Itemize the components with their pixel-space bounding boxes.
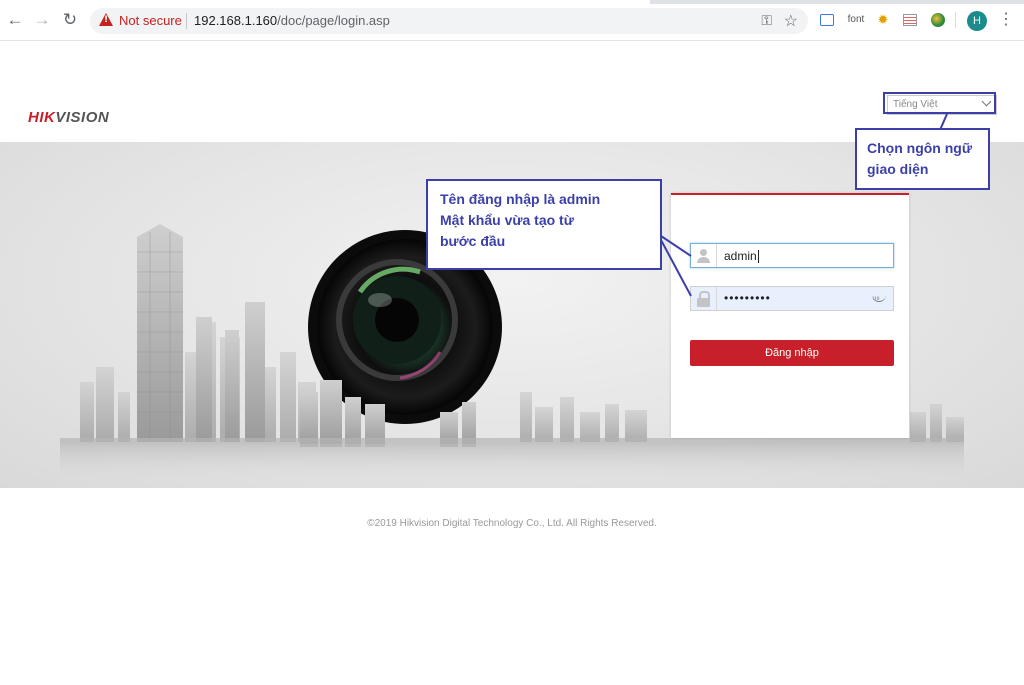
- omnibox-divider: [186, 13, 187, 29]
- translate-extension-icon[interactable]: [820, 14, 834, 26]
- gear-extension-icon[interactable]: ✹: [876, 12, 890, 28]
- tab-strip: [0, 0, 1024, 4]
- username-field[interactable]: admin: [690, 243, 894, 268]
- password-field[interactable]: •••••••••: [690, 286, 894, 311]
- globe-extension-icon[interactable]: [931, 13, 945, 27]
- font-extension-label: font: [847, 14, 865, 25]
- browser-toolbar: ← → ↻ Not secure 192.168.1.160/doc/page/…: [0, 0, 1024, 41]
- more-menu-icon[interactable]: ⋮: [998, 10, 1014, 30]
- language-hint-annotation: Chọn ngôn ngữ giao diện: [855, 128, 990, 190]
- address-bar[interactable]: Not secure 192.168.1.160/doc/page/login.…: [90, 8, 808, 34]
- show-password-icon[interactable]: [872, 295, 886, 302]
- toolbar-divider: [955, 12, 956, 28]
- login-hint-line: Tên đăng nhập là admin: [440, 191, 601, 207]
- forward-arrow-icon[interactable]: →: [32, 10, 52, 30]
- hikvision-logo: HIKVISION: [28, 109, 109, 126]
- active-tab[interactable]: [0, 0, 650, 4]
- language-hint-line: Chọn ngôn ngữ: [867, 140, 972, 156]
- logo-vision: VISION: [55, 109, 110, 126]
- language-highlight-frame: [883, 92, 996, 114]
- key-icon[interactable]: ⚿: [761, 12, 772, 29]
- bookmark-star-icon[interactable]: ☆: [784, 11, 798, 31]
- logo-hik: HIK: [28, 109, 56, 126]
- lock-icon: [691, 287, 717, 310]
- calendar-extension-icon[interactable]: [903, 14, 917, 26]
- url-text[interactable]: 192.168.1.160/doc/page/login.asp: [194, 13, 390, 28]
- warning-icon: [99, 13, 113, 26]
- username-value[interactable]: admin: [724, 249, 759, 263]
- font-extension-icon[interactable]: font: [843, 12, 869, 28]
- language-hint-line: giao diện: [867, 161, 929, 177]
- login-hint-annotation: Tên đăng nhập là admin Mật khẩu vừa tạo …: [426, 179, 662, 270]
- url-host: 192.168.1.160: [194, 13, 278, 28]
- reload-icon[interactable]: ↻: [60, 10, 80, 30]
- user-icon: [691, 244, 717, 267]
- copyright-footer: ©2019 Hikvision Digital Technology Co., …: [367, 518, 657, 529]
- url-path: /doc/page/login.asp: [277, 13, 390, 28]
- login-button[interactable]: Đăng nhập: [690, 340, 894, 366]
- back-arrow-icon[interactable]: ←: [5, 10, 25, 30]
- login-panel: admin ••••••••• Đăng nhập: [671, 193, 909, 438]
- profile-avatar[interactable]: H: [967, 11, 987, 31]
- login-hint-line: bước đầu: [440, 233, 506, 249]
- login-hint-line: Mật khẩu vừa tạo từ: [440, 212, 574, 228]
- security-status[interactable]: Not secure: [119, 13, 182, 28]
- password-value[interactable]: •••••••••: [724, 291, 771, 305]
